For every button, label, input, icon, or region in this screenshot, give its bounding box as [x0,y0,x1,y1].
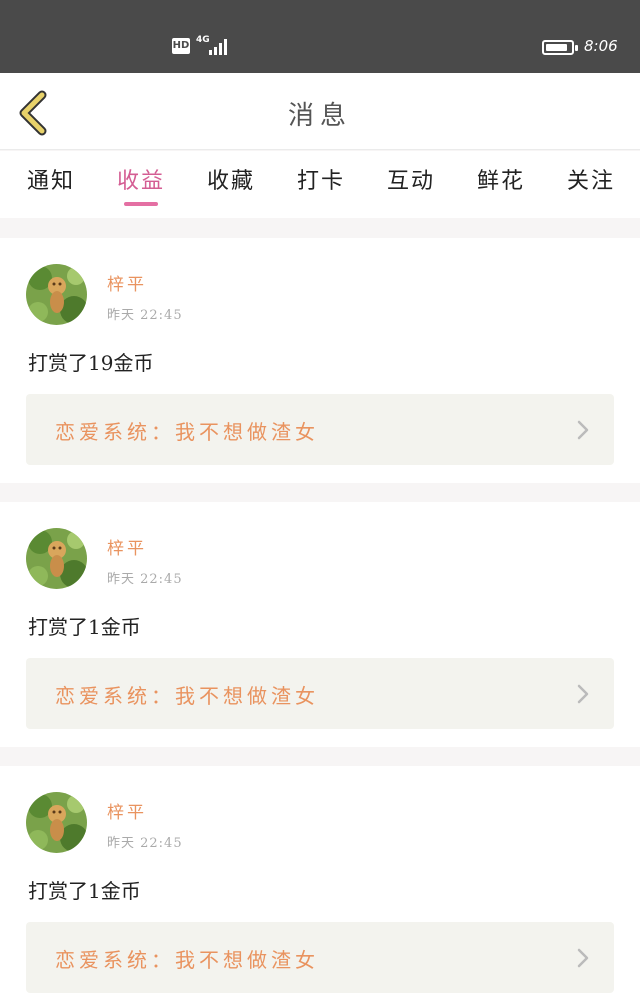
message-text: 打赏了1金币 [28,879,141,903]
book-title: 恋爱系统：我不想做渣女 [55,948,319,972]
tab-notify[interactable]: 通知 [16,163,86,195]
hd-badge: HD [172,38,190,54]
tab-flowers[interactable]: 鲜花 [466,163,536,195]
tab-interaction[interactable]: 互动 [376,163,446,195]
message-card: 梓平 昨天 22:45 打赏了19金币 恋爱系统：我不想做渣女 [0,238,640,483]
signal-icon [209,39,227,55]
message-text: 打赏了19金币 [28,351,154,375]
message-card: 梓平 昨天 22:45 打赏了1金币 恋爱系统：我不想做渣女 [0,766,640,993]
active-tab-indicator [124,202,158,206]
page-title: 消息 [287,101,352,131]
avatar[interactable] [26,792,87,853]
nav-bar: 消息 [0,73,640,150]
book-link[interactable]: 恋爱系统：我不想做渣女 [26,658,614,729]
avatar[interactable] [26,528,87,589]
tab-follow[interactable]: 关注 [556,163,626,195]
tab-favorites[interactable]: 收藏 [196,163,266,195]
tab-bar: 通知 收益 收藏 打卡 互动 鲜花 关注 [0,151,640,218]
message-text: 打赏了1金币 [28,615,141,639]
book-title: 恋爱系统：我不想做渣女 [55,684,319,708]
message-time: 昨天 22:45 [107,836,183,851]
user-name[interactable]: 梓平 [107,798,147,823]
avatar[interactable] [26,264,87,325]
network-type: 4G [196,35,210,45]
user-name[interactable]: 梓平 [107,270,147,295]
book-link[interactable]: 恋爱系统：我不想做渣女 [26,922,614,993]
tab-income[interactable]: 收益 [106,163,176,195]
message-time: 昨天 22:45 [107,572,183,587]
chevron-right-icon [577,684,589,704]
battery-icon [542,40,578,55]
tab-checkin[interactable]: 打卡 [286,163,356,195]
chevron-right-icon [577,420,589,440]
battery-level [546,44,568,51]
status-bar: HD 4G 8:06 [0,0,640,73]
chevron-right-icon [577,948,589,968]
message-time: 昨天 22:45 [107,308,183,323]
message-card: 梓平 昨天 22:45 打赏了1金币 恋爱系统：我不想做渣女 [0,502,640,747]
user-name[interactable]: 梓平 [107,534,147,559]
book-title: 恋爱系统：我不想做渣女 [55,420,319,444]
book-link[interactable]: 恋爱系统：我不想做渣女 [26,394,614,465]
status-time: 8:06 [584,37,618,55]
